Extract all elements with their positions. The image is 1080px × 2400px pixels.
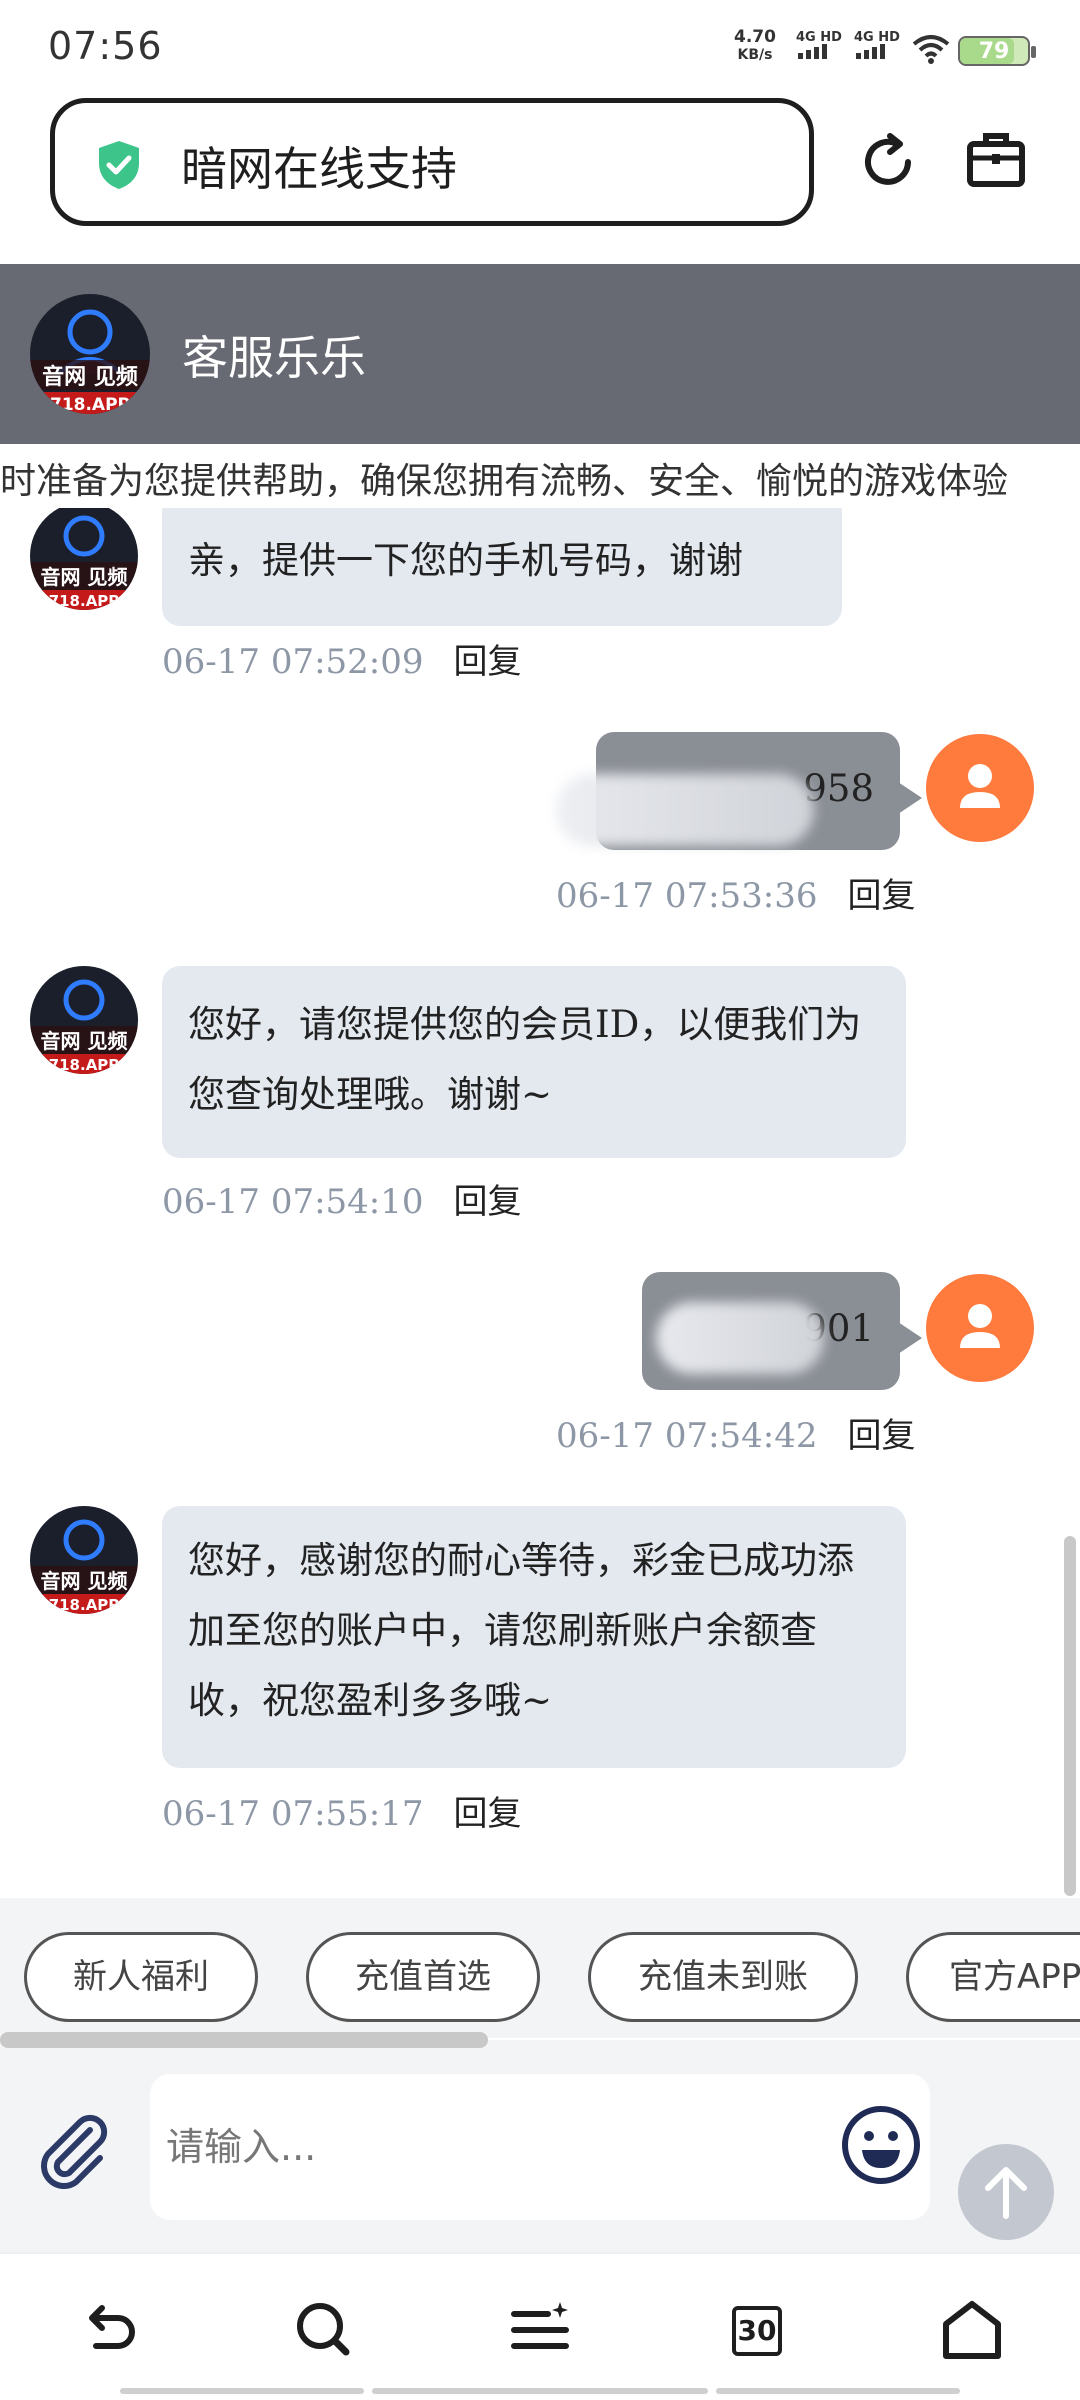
reply-button[interactable]: 回复 xyxy=(848,1416,916,1456)
horizontal-scrollbar[interactable] xyxy=(0,2032,488,2048)
menu-button[interactable] xyxy=(504,2294,576,2366)
reply-button[interactable]: 回复 xyxy=(454,1182,522,1222)
back-arrow-icon xyxy=(89,2305,135,2349)
back-button[interactable] xyxy=(72,2294,144,2366)
message-meta: 06-17 07:53:36 回复 xyxy=(556,868,916,917)
user-icon xyxy=(960,764,1000,808)
quick-reply-chip[interactable]: 充值未到账 xyxy=(588,1932,858,2022)
svg-text:718.APP: 718.APP xyxy=(50,395,130,414)
quick-reply-chip[interactable]: 官方APP xyxy=(906,1932,1080,2022)
home-button[interactable] xyxy=(936,2294,1008,2366)
refresh-icon[interactable] xyxy=(856,130,920,194)
message-timestamp: 06-17 07:53:36 xyxy=(556,876,818,916)
message-bubble-incoming[interactable]: 您好，感谢您的耐心等待，彩金已成功添加至您的账户中，请您刷新账户余额查收，祝您盈… xyxy=(162,1506,906,1768)
network-speed-unit: KB/s xyxy=(737,47,773,63)
message-list[interactable]: 音网 见频 718.APP 亲，提供一下您的手机号码，谢谢 06-17 07:5… xyxy=(0,508,1080,1898)
user-avatar xyxy=(926,734,1034,842)
tab-count: 30 xyxy=(732,2306,782,2356)
message-timestamp: 06-17 07:55:17 xyxy=(162,1794,424,1834)
reply-button[interactable]: 回复 xyxy=(454,642,522,682)
reply-button[interactable]: 回复 xyxy=(848,876,916,916)
attachment-icon[interactable] xyxy=(34,2110,114,2190)
arrow-up-icon xyxy=(985,2167,1027,2219)
svg-text:音网 见频: 音网 见频 xyxy=(41,565,128,589)
status-bar: 07:56 4.70 KB/s 4G HD 4G HD 79 xyxy=(0,0,1080,96)
svg-text:718.APP: 718.APP xyxy=(49,1056,120,1074)
signal-1-icon xyxy=(798,44,827,59)
message-meta: 06-17 07:54:10 回复 xyxy=(162,1174,522,1223)
svg-text:音网 见频: 音网 见频 xyxy=(41,1029,128,1053)
message-bubble-incoming[interactable]: 亲，提供一下您的手机号码，谢谢 xyxy=(162,508,842,626)
agent-avatar[interactable]: 音网 见频 718.APP xyxy=(30,294,150,414)
quick-reply-bar: 新人福利 充值首选 充值未到账 官方APP xyxy=(0,1898,1080,2038)
status-time: 07:56 xyxy=(48,24,163,68)
quick-reply-chip[interactable]: 充值首选 xyxy=(306,1932,540,2022)
redaction-blur xyxy=(556,774,814,846)
redaction-blur xyxy=(656,1302,824,1374)
search-button[interactable] xyxy=(288,2294,360,2366)
address-bar[interactable]: 暗网在线支持 xyxy=(50,98,814,226)
quick-reply-chip[interactable]: 新人福利 xyxy=(24,1932,258,2022)
wifi-icon xyxy=(912,35,950,64)
network-type-1: 4G HD xyxy=(796,30,842,45)
agent-avatar: 音网 见频 718.APP xyxy=(30,508,138,610)
send-button[interactable] xyxy=(958,2144,1054,2240)
reply-button[interactable]: 回复 xyxy=(454,1794,522,1834)
search-icon xyxy=(297,2303,350,2356)
svg-text:音网 见频: 音网 见频 xyxy=(41,1569,128,1593)
announcement-text: 时准备为您提供帮助，确保您拥有流畅、安全、愉悦的游戏体验 xyxy=(0,461,1009,502)
network-type-2: 4G HD xyxy=(854,30,900,45)
agent-avatar: 音网 见频 718.APP xyxy=(30,1506,138,1614)
agent-avatar: 音网 见频 718.APP xyxy=(30,966,138,1074)
message-meta: 06-17 07:52:09 回复 xyxy=(162,634,522,683)
gesture-bar xyxy=(716,2388,960,2394)
tabs-button[interactable]: 30 xyxy=(720,2294,792,2366)
browser-bottom-nav: 30 xyxy=(0,2252,1080,2400)
message-timestamp: 06-17 07:52:09 xyxy=(162,642,424,682)
user-avatar xyxy=(926,1274,1034,1382)
network-speed: 4.70 KB/s xyxy=(734,28,776,64)
svg-text:音网 见频: 音网 见频 xyxy=(42,364,138,390)
user-icon xyxy=(960,1304,1000,1348)
emoji-icon[interactable] xyxy=(840,2104,922,2186)
briefcase-icon[interactable] xyxy=(964,128,1028,192)
menu-sparkle-icon xyxy=(511,2302,569,2349)
gesture-bar xyxy=(372,2388,708,2394)
message-bubble-incoming[interactable]: 您好，请您提供您的会员ID，以便我们为您查询处理哦。谢谢~ xyxy=(162,966,906,1158)
message-input-wrapper xyxy=(150,2074,930,2220)
network-speed-value: 4.70 xyxy=(734,27,776,47)
agent-name: 客服乐乐 xyxy=(182,331,366,385)
message-meta: 06-17 07:55:17 回复 xyxy=(162,1786,522,1835)
message-input[interactable] xyxy=(166,2074,826,2220)
signal-2-icon xyxy=(856,44,885,59)
home-icon xyxy=(943,2301,1001,2359)
scrollbar[interactable] xyxy=(1064,1536,1076,1896)
page-title: 暗网在线支持 xyxy=(181,142,457,196)
svg-text:718.APP: 718.APP xyxy=(49,1596,120,1614)
message-meta: 06-17 07:54:42 回复 xyxy=(556,1408,916,1457)
message-timestamp: 06-17 07:54:10 xyxy=(162,1182,424,1222)
battery-percent: 79 xyxy=(978,39,1010,64)
message-timestamp: 06-17 07:54:42 xyxy=(556,1416,818,1456)
message-composer xyxy=(0,2040,1080,2252)
shield-check-icon xyxy=(99,141,139,189)
announcement-marquee: 时准备为您提供帮助，确保您拥有流畅、安全、愉悦的游戏体验 xyxy=(0,444,1080,508)
chat-header: 音网 见频 718.APP 客服乐乐 xyxy=(0,264,1080,444)
battery-icon: 79 xyxy=(958,36,1036,66)
svg-text:718.APP: 718.APP xyxy=(49,592,120,610)
gesture-bar xyxy=(120,2388,364,2394)
